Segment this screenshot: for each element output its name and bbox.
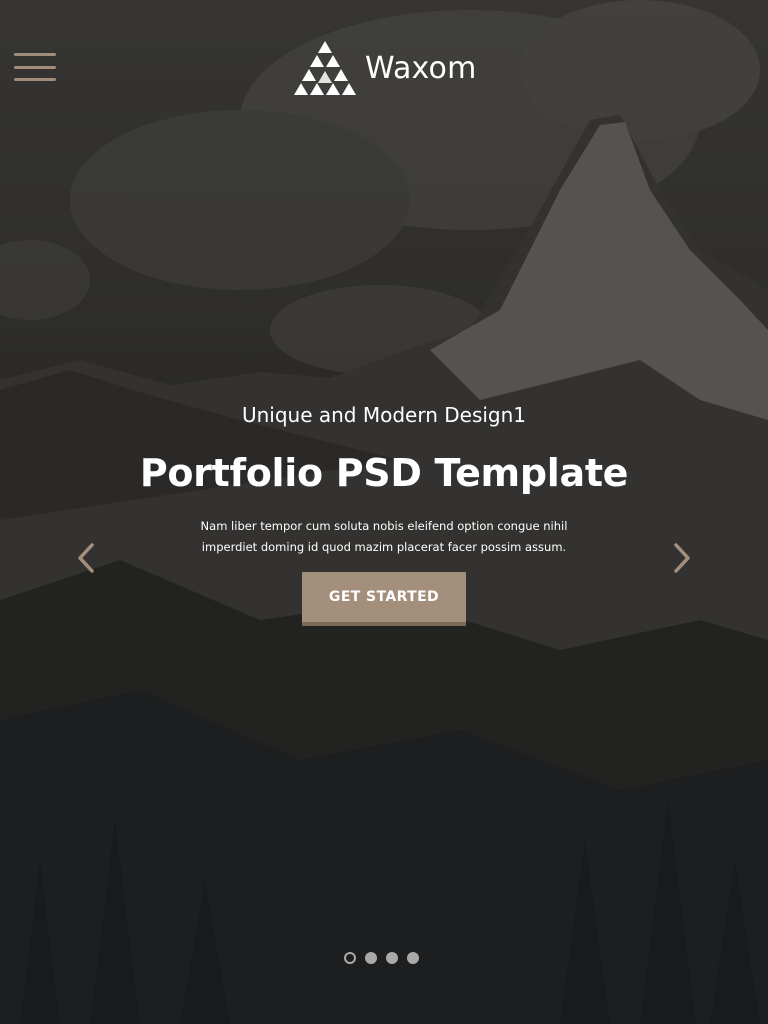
description-line: imperdiet doming id quod mazim placerat … <box>201 540 567 554</box>
slider-dot-1[interactable] <box>344 952 356 964</box>
slider-dot-3[interactable] <box>386 952 398 964</box>
hamburger-menu-icon[interactable] <box>14 53 56 81</box>
triangle-logo-icon <box>294 41 356 95</box>
hero-slider: Waxom Unique and Modern Design1 Portfoli… <box>0 0 768 1024</box>
slide-description: Nam liber tempor cum soluta nobis eleife… <box>174 516 594 558</box>
slide-content: Unique and Modern Design1 Portfolio PSD … <box>0 400 768 626</box>
menu-bar <box>14 53 56 56</box>
get-started-button[interactable]: GET STARTED <box>302 572 466 626</box>
description-line: Nam liber tempor cum soluta nobis eleife… <box>200 519 568 533</box>
menu-bar <box>14 78 56 81</box>
slide-subtitle: Unique and Modern Design1 <box>241 403 527 427</box>
brand-name: Waxom <box>365 50 477 86</box>
slide-title: Portfolio PSD Template <box>139 451 629 495</box>
site-logo[interactable]: Waxom <box>293 38 477 98</box>
slider-pagination <box>344 952 419 964</box>
slider-dot-2[interactable] <box>365 952 377 964</box>
slider-dot-4[interactable] <box>407 952 419 964</box>
menu-bar <box>14 65 56 69</box>
